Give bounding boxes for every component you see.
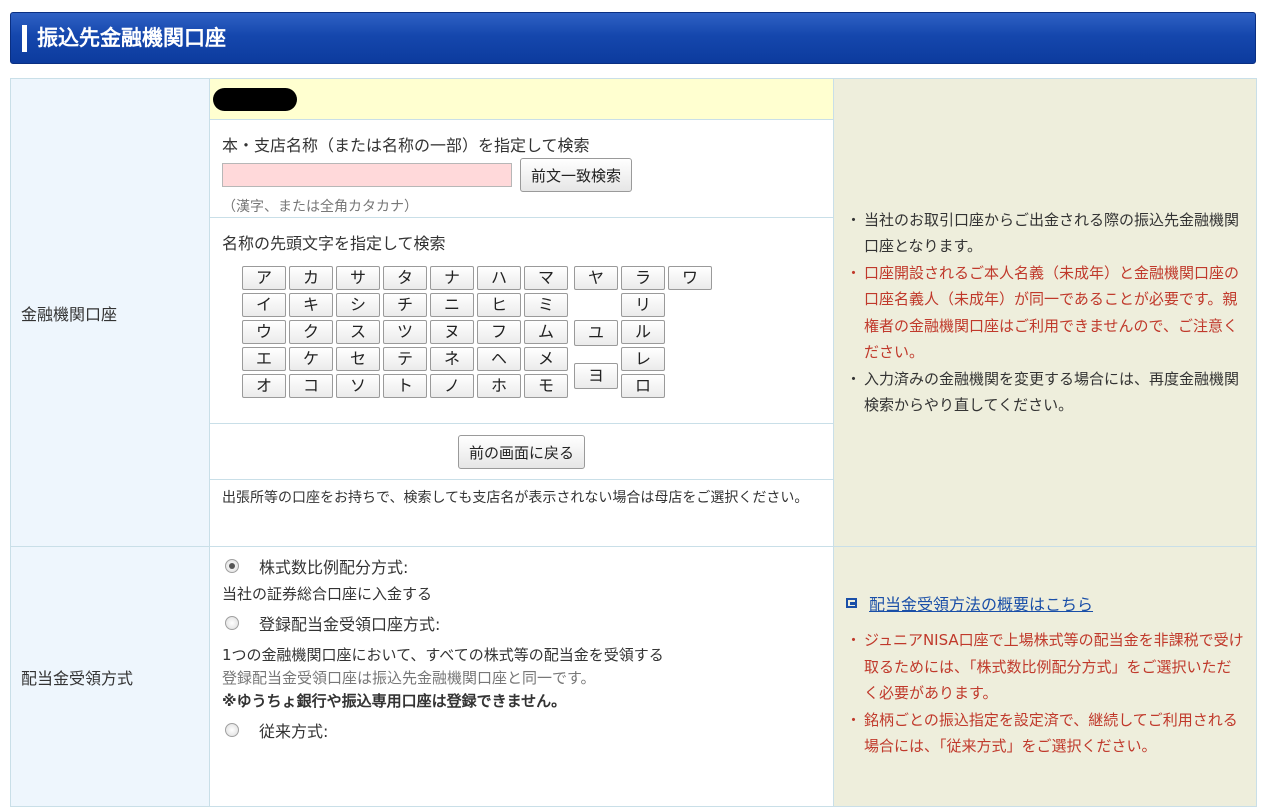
kana-button[interactable]: ク [289,320,333,344]
dividend-overview-link-row[interactable]: 配当金受領方法の概要はこちら [834,591,1256,615]
kana-button[interactable]: ア [242,266,286,290]
bank-account-label: 金融機関口座 [10,78,210,547]
kana-button[interactable]: フ [477,320,521,344]
search-hint: （漢字、または全角カタカナ） [222,199,418,215]
kana-button[interactable]: キ [289,293,333,317]
kana-button[interactable]: モ [524,374,568,398]
kana-button[interactable]: チ [383,293,427,317]
kana-button[interactable]: ハ [477,266,521,290]
bank-notes-list: 当社のお取引口座からご出金される際の振込先金融機関口座となります。口座開設される… [834,207,1256,419]
kana-button[interactable]: ス [336,320,380,344]
option-registered[interactable]: 登録配当金受領口座方式: [222,610,821,636]
kana-button[interactable]: ケ [289,347,333,371]
option-conventional-label: 従来方式: [259,722,329,741]
back-section: 前の画面に戻る [210,424,833,480]
branch-note: 出張所等の口座をお持ちで、検索しても支店名が表示されない場合は母店をご選択くださ… [222,490,809,506]
dividend-notes-list: ジュニアNISA口座で上場株式等の配当金を非課税で受け取るためには、「株式数比例… [834,627,1256,760]
kana-grid: アイウエオ カキクケコ サシスセソ タチツテト ナニヌネノ ハヒフヘホ マミムメモ ヤユヨ ラリ… [222,266,712,406]
kana-button[interactable]: ヒ [477,293,521,317]
kana-button[interactable]: メ [524,347,568,371]
kana-button[interactable]: ニ [430,293,474,317]
kana-button[interactable]: ノ [430,374,474,398]
kana-button[interactable]: テ [383,347,427,371]
section-header: 振込先金融機関口座 [10,12,1256,64]
dividend-cell: 株式数比例配分方式: 当社の証券総合口座に入金する 登録配当金受領口座方式: 1… [209,546,834,807]
dividend-notes: 配当金受領方法の概要はこちら ジュニアNISA口座で上場株式等の配当金を非課税で… [833,546,1257,807]
radio-registered[interactable] [225,616,239,630]
kana-button[interactable]: ツ [383,320,427,344]
kana-button[interactable]: サ [336,266,380,290]
note-item: 口座開設されるご本人名義（未成年）と金融機関口座の口座名義人（未成年）が同一であ… [846,260,1244,366]
kana-button[interactable]: ナ [430,266,474,290]
kana-button[interactable]: エ [242,347,286,371]
option-registered-desc: 1つの金融機関口座において、すべての株式等の配当金を受領する [222,646,664,664]
header-accent-bar [22,25,27,52]
branch-name-input[interactable] [222,163,512,187]
kana-button[interactable]: ソ [336,374,380,398]
radio-conventional[interactable] [225,723,239,737]
kana-button[interactable]: リ [621,293,665,317]
kana-button[interactable]: オ [242,374,286,398]
kana-button[interactable]: ム [524,320,568,344]
initial-search-title: 名称の先頭文字を指定して検索 [222,234,446,253]
kana-button[interactable]: ワ [668,266,712,290]
kana-button[interactable]: ト [383,374,427,398]
kana-button[interactable]: ヘ [477,347,521,371]
option-conventional[interactable]: 従来方式: [222,717,821,743]
kana-button[interactable]: ミ [524,293,568,317]
note-item: ジュニアNISA口座で上場株式等の配当金を非課税で受け取るためには、「株式数比例… [846,627,1244,707]
radio-proportional[interactable] [225,559,239,573]
prefix-search-button[interactable]: 前文一致検索 [520,158,633,192]
note-item: 銘柄ごとの振込指定を設定済で、継続してご利用される場合には、「従来方式」をご選択… [846,707,1244,760]
kana-button[interactable]: マ [524,266,568,290]
name-search-section: 本・支店名称（または名称の一部）を指定して検索 前文一致検索 （漢字、または全角… [210,120,833,218]
redacted-bank-name [213,88,297,111]
option-registered-label: 登録配当金受領口座方式: [259,615,441,634]
option-proportional[interactable]: 株式数比例配分方式: [222,553,821,579]
option-proportional-desc: 当社の証券総合口座に入金する [222,585,433,603]
option-registered-desc2: 登録配当金受領口座は振込先金融機関口座と同一です。 [222,669,596,687]
note-item: 入力済みの金融機関を変更する場合には、再度金融機関検索からやり直してください。 [846,366,1244,419]
name-search-row: 前文一致検索 [222,158,821,192]
kana-button[interactable]: ラ [621,266,665,290]
kana-button[interactable]: ロ [621,374,665,398]
kana-button[interactable]: ヌ [430,320,474,344]
bank-account-notes: 当社のお取引口座からご出金される際の振込先金融機関口座となります。口座開設される… [833,78,1257,547]
option-registered-warning: ※ゆうちょ銀行や振込専用口座は登録できません。 [222,692,567,710]
name-search-title: 本・支店名称（または名称の一部）を指定して検索 [222,136,590,155]
note-item: 当社のお取引口座からご出金される際の振込先金融機関口座となります。 [846,207,1244,260]
kana-button[interactable]: シ [336,293,380,317]
page-title: 振込先金融機関口座 [37,26,226,50]
kana-button[interactable]: ホ [477,374,521,398]
back-button[interactable]: 前の画面に戻る [457,435,585,469]
kana-button[interactable]: セ [336,347,380,371]
kana-button[interactable]: ネ [430,347,474,371]
initial-search-section: 名称の先頭文字を指定して検索 アイウエオ カキクケコ サシスセソ タチツテト ナニヌネノ… [210,218,833,424]
window-icon [846,598,857,608]
kana-button[interactable]: コ [289,374,333,398]
dividend-label: 配当金受領方式 [10,546,210,807]
kana-button[interactable]: ル [621,320,665,344]
kana-button[interactable]: レ [621,347,665,371]
dividend-row: 配当金受領方式 株式数比例配分方式: 当社の証券総合口座に入金する 登録配当金受… [10,546,1257,807]
kana-button[interactable]: ヨ [574,363,618,390]
kana-button[interactable]: ユ [574,320,618,346]
dividend-overview-link[interactable]: 配当金受領方法の概要はこちら [869,591,1093,615]
form-table: 金融機関口座 本・支店名称（または名称の一部）を指定して検索 前文一致検索 （漢… [10,78,1257,807]
kana-button[interactable]: ウ [242,320,286,344]
bank-account-row: 金融機関口座 本・支店名称（または名称の一部）を指定して検索 前文一致検索 （漢… [10,78,1257,547]
kana-button[interactable]: イ [242,293,286,317]
kana-button[interactable]: カ [289,266,333,290]
kana-button[interactable]: ヤ [574,266,618,290]
option-proportional-label: 株式数比例配分方式: [259,558,409,577]
bank-account-cell: 本・支店名称（または名称の一部）を指定して検索 前文一致検索 （漢字、または全角… [209,78,834,547]
kana-button[interactable]: タ [383,266,427,290]
selected-bank-row [210,79,833,120]
